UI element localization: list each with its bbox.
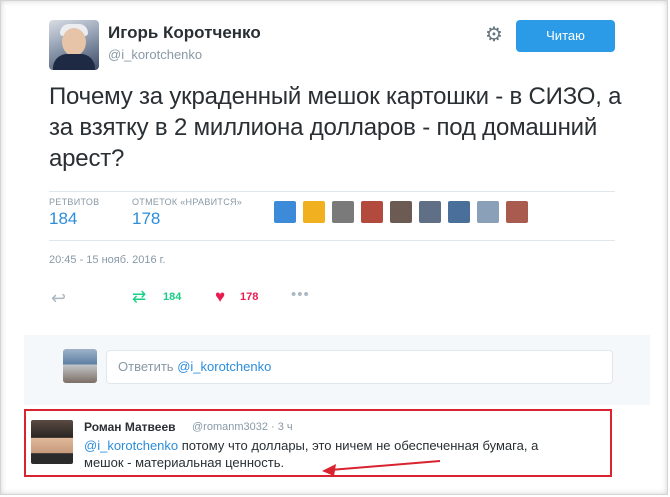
reply-text-line2: мешок - материальная ценность. bbox=[84, 455, 285, 470]
retweet-icon[interactable]: ⇄ bbox=[132, 287, 146, 307]
author-handle[interactable]: @i_korotchenko bbox=[108, 47, 202, 62]
likes-count[interactable]: 178 bbox=[132, 209, 160, 229]
favoriter-avatar[interactable] bbox=[506, 201, 528, 223]
favoriter-avatar[interactable] bbox=[477, 201, 499, 223]
reply-input[interactable]: Ответить @i_korotchenko bbox=[106, 350, 613, 384]
follow-button[interactable]: Читаю bbox=[516, 20, 615, 52]
favoriter-avatar[interactable] bbox=[448, 201, 470, 223]
reply-author-avatar[interactable] bbox=[31, 420, 73, 464]
reply-text-line1: потому что доллары, это ничем не обеспеч… bbox=[178, 438, 539, 453]
tweet-text: Почему за украденный мешок картошки - в … bbox=[49, 83, 622, 172]
favoriter-avatar[interactable] bbox=[303, 201, 325, 223]
reply-box-area: Ответить @i_korotchenko bbox=[24, 335, 650, 405]
viewer-avatar bbox=[63, 349, 97, 383]
heart-icon[interactable]: ♥ bbox=[215, 287, 225, 307]
reply-author-name[interactable]: Роман Матвеев bbox=[84, 420, 176, 434]
reply-text-mention[interactable]: @i_korotchenko bbox=[84, 438, 178, 453]
divider bbox=[49, 240, 615, 241]
author-avatar[interactable] bbox=[49, 20, 99, 70]
retweet-action-count: 184 bbox=[163, 291, 182, 303]
favoriter-avatar[interactable] bbox=[419, 201, 441, 223]
retweets-label: РЕТВИТОВ bbox=[49, 197, 100, 207]
favoriter-avatar[interactable] bbox=[361, 201, 383, 223]
retweets-count[interactable]: 184 bbox=[49, 209, 77, 229]
reply-prefix: Ответить bbox=[118, 359, 174, 374]
author-name[interactable]: Игорь Коротченко bbox=[108, 23, 261, 43]
reply-icon[interactable]: ↩ bbox=[51, 288, 66, 309]
favoriter-avatar[interactable] bbox=[390, 201, 412, 223]
favoriter-avatar[interactable] bbox=[274, 201, 296, 223]
like-action-count: 178 bbox=[240, 291, 259, 303]
reply-text: @i_korotchenko потому что доллары, это н… bbox=[84, 437, 604, 471]
divider bbox=[49, 191, 615, 192]
reply-tweet[interactable]: Роман Матвеев @romanm3032 · 3 ч @i_korot… bbox=[24, 409, 612, 477]
likes-label: ОТМЕТОК «НРАВИТСЯ» bbox=[132, 197, 243, 207]
favoriter-avatar[interactable] bbox=[332, 201, 354, 223]
more-icon[interactable]: ••• bbox=[291, 286, 310, 303]
gear-icon[interactable]: ⚙ bbox=[483, 24, 505, 46]
tweet-timestamp[interactable]: 20:45 - 15 нояб. 2016 г. bbox=[49, 254, 165, 266]
reply-mention: @i_korotchenko bbox=[177, 359, 272, 374]
reply-author-handle[interactable]: @romanm3032 · 3 ч bbox=[192, 421, 293, 433]
